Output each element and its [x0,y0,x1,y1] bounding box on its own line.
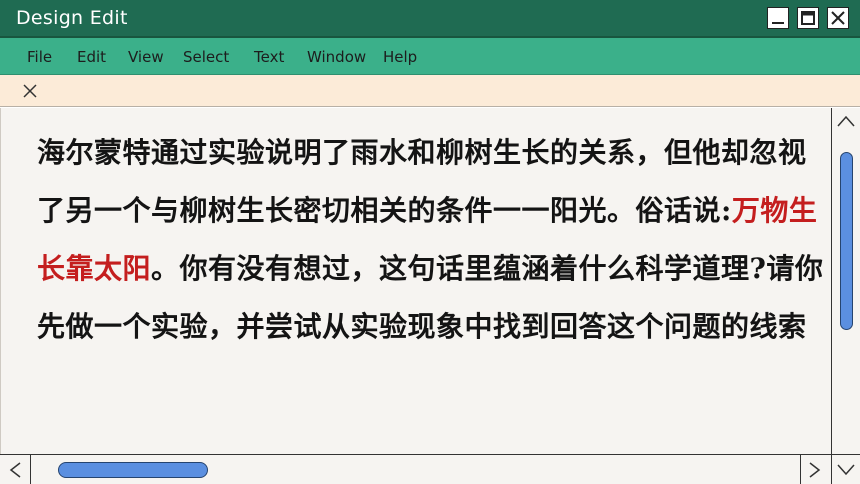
document-text[interactable]: 海尔蒙特通过实验说明了雨水和柳树生长的关系，但他却忽视了另一个与柳树生长密切相关… [37,124,827,356]
text-before: 海尔蒙特通过实验说明了雨水和柳树生长的关系，但他却忽视了另一个与柳树生长密切相关… [37,136,807,227]
menu-window[interactable]: Window [307,48,366,66]
scroll-separator [831,455,832,484]
horizontal-scrollbar[interactable] [0,454,860,484]
vertical-scrollbar[interactable] [831,108,860,454]
close-icon [831,11,845,25]
maximize-button[interactable] [797,7,819,29]
menu-view[interactable]: View [128,48,164,66]
menu-help[interactable]: Help [383,48,417,66]
close-x-icon[interactable] [22,83,38,99]
tab-bar [0,75,860,107]
window-title: Design Edit [16,7,128,29]
scroll-separator [800,455,801,484]
text-after: 。你有没有想过，这句话里蕴涵着什么科学道理?请你先做一个实验，并尝试从实验现象中… [37,252,824,343]
menu-text[interactable]: Text [254,48,284,66]
chevron-up-icon[interactable] [836,114,856,128]
title-bar[interactable]: Design Edit [0,0,860,38]
chevron-left-icon[interactable] [8,461,22,479]
minimize-button[interactable] [767,7,789,29]
scroll-separator [30,455,31,484]
menu-edit[interactable]: Edit [77,48,106,66]
minimize-icon [772,22,784,24]
menu-file[interactable]: File [27,48,52,66]
horizontal-scroll-thumb[interactable] [58,462,208,478]
menu-select[interactable]: Select [183,48,229,66]
close-button[interactable] [827,7,849,29]
vertical-scroll-thumb[interactable] [840,152,853,330]
document-area[interactable]: 海尔蒙特通过实验说明了雨水和柳树生长的关系，但他却忽视了另一个与柳树生长密切相关… [0,108,831,454]
app-window: Design Edit File Edit View Select Text W… [0,0,860,484]
chevron-right-icon[interactable] [808,461,822,479]
menu-bar: File Edit View Select Text Window Help [0,38,860,75]
maximize-icon [801,11,815,25]
chevron-down-icon[interactable] [836,463,856,477]
